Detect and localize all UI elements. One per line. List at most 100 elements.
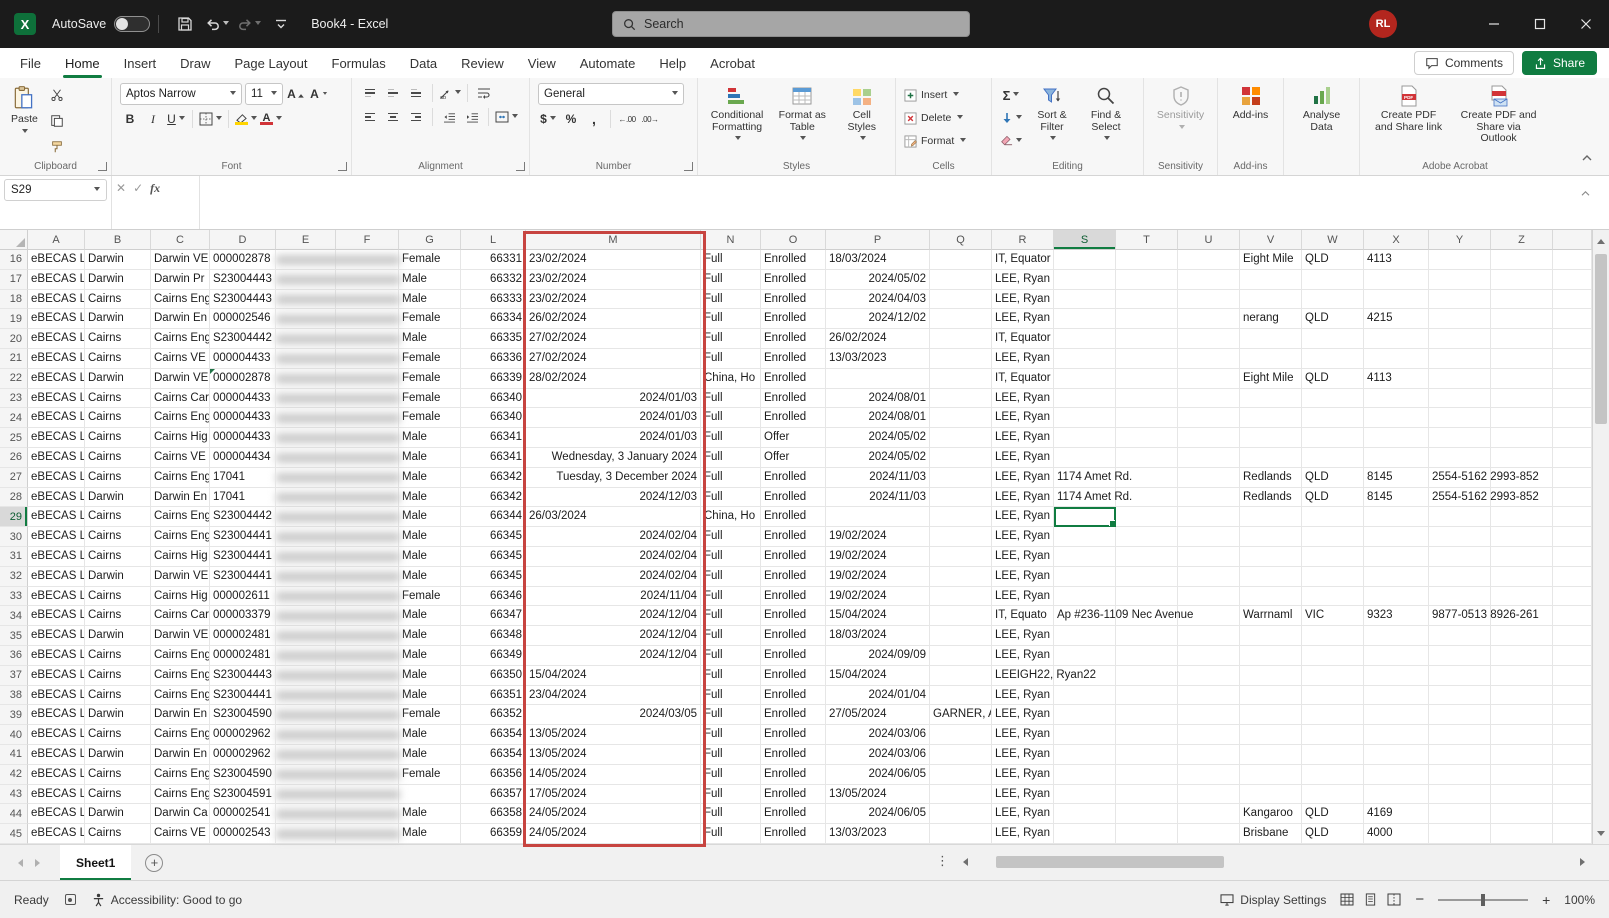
cell-M36[interactable]: 2024/12/04	[526, 646, 701, 666]
cell-O41[interactable]: Enrolled	[761, 745, 826, 765]
row-header-33[interactable]: 33	[0, 587, 28, 607]
cell-A22[interactable]: eBECAS La	[28, 369, 85, 389]
cell-X18[interactable]	[1364, 290, 1429, 310]
cell-C42[interactable]: Cairns Eng	[151, 765, 210, 785]
cell-G20[interactable]: Male	[399, 329, 461, 349]
cell-S26[interactable]	[1054, 448, 1116, 468]
cell-V18[interactable]	[1240, 290, 1302, 310]
bold-button[interactable]: B	[120, 109, 140, 129]
cell-Z26[interactable]	[1491, 448, 1553, 468]
cell-O31[interactable]: Enrolled	[761, 547, 826, 567]
cell-X44[interactable]: 4169	[1364, 804, 1429, 824]
cell-F34[interactable]	[336, 606, 399, 626]
cell-O17[interactable]: Enrolled	[761, 270, 826, 290]
cell-G30[interactable]: Male	[399, 527, 461, 547]
cell-V17[interactable]	[1240, 270, 1302, 290]
cell-S45[interactable]	[1054, 824, 1116, 844]
cell-Z31[interactable]	[1491, 547, 1553, 567]
cell-E25[interactable]	[276, 428, 336, 448]
column-header-O[interactable]: O	[761, 230, 826, 250]
decrease-font-size-button[interactable]: A	[309, 84, 329, 104]
column-header-W[interactable]: W	[1302, 230, 1364, 250]
cell-V23[interactable]	[1240, 389, 1302, 409]
cell-B37[interactable]: Cairns	[85, 666, 151, 686]
cell-L16[interactable]: 66331	[461, 250, 526, 270]
cell-G23[interactable]: Female	[399, 389, 461, 409]
column-header-X[interactable]: X	[1364, 230, 1429, 250]
save-icon[interactable]	[171, 10, 199, 38]
cell-U36[interactable]	[1178, 646, 1240, 666]
cell-U40[interactable]	[1178, 725, 1240, 745]
cell-F35[interactable]	[336, 626, 399, 646]
cell-C19[interactable]: Darwin En	[151, 309, 210, 329]
row-header-30[interactable]: 30	[0, 527, 28, 547]
cell-Z22[interactable]	[1491, 369, 1553, 389]
cell-O18[interactable]: Enrolled	[761, 290, 826, 310]
cell-C43[interactable]: Cairns Eng	[151, 785, 210, 805]
create-pdf-share-link-button[interactable]: PDF Create PDF and Share link	[1368, 83, 1449, 135]
cell-E26[interactable]	[276, 448, 336, 468]
cell-Y27[interactable]: 2554-5162 2993-852	[1429, 468, 1491, 488]
cell-U31[interactable]	[1178, 547, 1240, 567]
cell-L34[interactable]: 66347	[461, 606, 526, 626]
cell-Z38[interactable]	[1491, 686, 1553, 706]
cell-U38[interactable]	[1178, 686, 1240, 706]
cell-G28[interactable]: Male	[399, 488, 461, 508]
cell-M19[interactable]: 26/02/2024	[526, 309, 701, 329]
cell-Q20[interactable]	[930, 329, 992, 349]
cell-O33[interactable]: Enrolled	[761, 587, 826, 607]
cell-A37[interactable]: eBECAS La	[28, 666, 85, 686]
cell-D25[interactable]: 000004433	[210, 428, 276, 448]
column-header-Z[interactable]: Z	[1491, 230, 1553, 250]
cell-U35[interactable]	[1178, 626, 1240, 646]
cell-X34[interactable]: 9323	[1364, 606, 1429, 626]
accounting-format-button[interactable]: $	[538, 109, 558, 129]
cell-X19[interactable]: 4215	[1364, 309, 1429, 329]
font-dialog-launcher[interactable]	[338, 162, 347, 171]
cell-T30[interactable]	[1116, 527, 1178, 547]
cell-T17[interactable]	[1116, 270, 1178, 290]
cell-U29[interactable]	[1178, 507, 1240, 527]
cell-N16[interactable]: Full	[701, 250, 761, 270]
cell-stub36[interactable]	[1553, 646, 1592, 666]
cell-V22[interactable]: Eight Mile	[1240, 369, 1302, 389]
cell-O27[interactable]: Enrolled	[761, 468, 826, 488]
cell-Y40[interactable]	[1429, 725, 1491, 745]
cell-E33[interactable]	[276, 587, 336, 607]
cell-R41[interactable]: LEE, Ryan	[992, 745, 1054, 765]
cell-A32[interactable]: eBECAS La	[28, 567, 85, 587]
cell-D22[interactable]: 000002878	[210, 369, 276, 389]
cell-A31[interactable]: eBECAS La	[28, 547, 85, 567]
row-header-45[interactable]: 45	[0, 824, 28, 844]
display-settings-button[interactable]: Display Settings	[1220, 893, 1326, 907]
cell-B25[interactable]: Cairns	[85, 428, 151, 448]
cell-C17[interactable]: Darwin Pr	[151, 270, 210, 290]
cell-O38[interactable]: Enrolled	[761, 686, 826, 706]
cell-D37[interactable]: S23004443	[210, 666, 276, 686]
cell-V19[interactable]: nerang	[1240, 309, 1302, 329]
cell-C37[interactable]: Cairns Eng	[151, 666, 210, 686]
cell-T36[interactable]	[1116, 646, 1178, 666]
column-header-V[interactable]: V	[1240, 230, 1302, 250]
cell-A39[interactable]: eBECAS La	[28, 705, 85, 725]
cell-E22[interactable]	[276, 369, 336, 389]
cell-Y34[interactable]: 9877-0513 8926-261	[1429, 606, 1491, 626]
cell-T16[interactable]	[1116, 250, 1178, 270]
cell-S27[interactable]: 1174 Amet Rd.	[1054, 468, 1116, 488]
cell-W22[interactable]: QLD	[1302, 369, 1364, 389]
cell-E43[interactable]	[276, 785, 336, 805]
cell-P45[interactable]: 13/03/2023	[826, 824, 930, 844]
cell-P23[interactable]: 2024/08/01	[826, 389, 930, 409]
cell-R38[interactable]: LEE, Ryan	[992, 686, 1054, 706]
cell-C29[interactable]: Cairns Eng	[151, 507, 210, 527]
share-button[interactable]: Share	[1522, 51, 1597, 75]
cell-D17[interactable]: S23004443	[210, 270, 276, 290]
cell-M34[interactable]: 2024/12/04	[526, 606, 701, 626]
column-header-N[interactable]: N	[701, 230, 761, 250]
cell-P21[interactable]: 13/03/2023	[826, 349, 930, 369]
cell-E21[interactable]	[276, 349, 336, 369]
row-header-44[interactable]: 44	[0, 804, 28, 824]
cell-R26[interactable]: LEE, Ryan	[992, 448, 1054, 468]
cell-V39[interactable]	[1240, 705, 1302, 725]
cell-stub44[interactable]	[1553, 804, 1592, 824]
